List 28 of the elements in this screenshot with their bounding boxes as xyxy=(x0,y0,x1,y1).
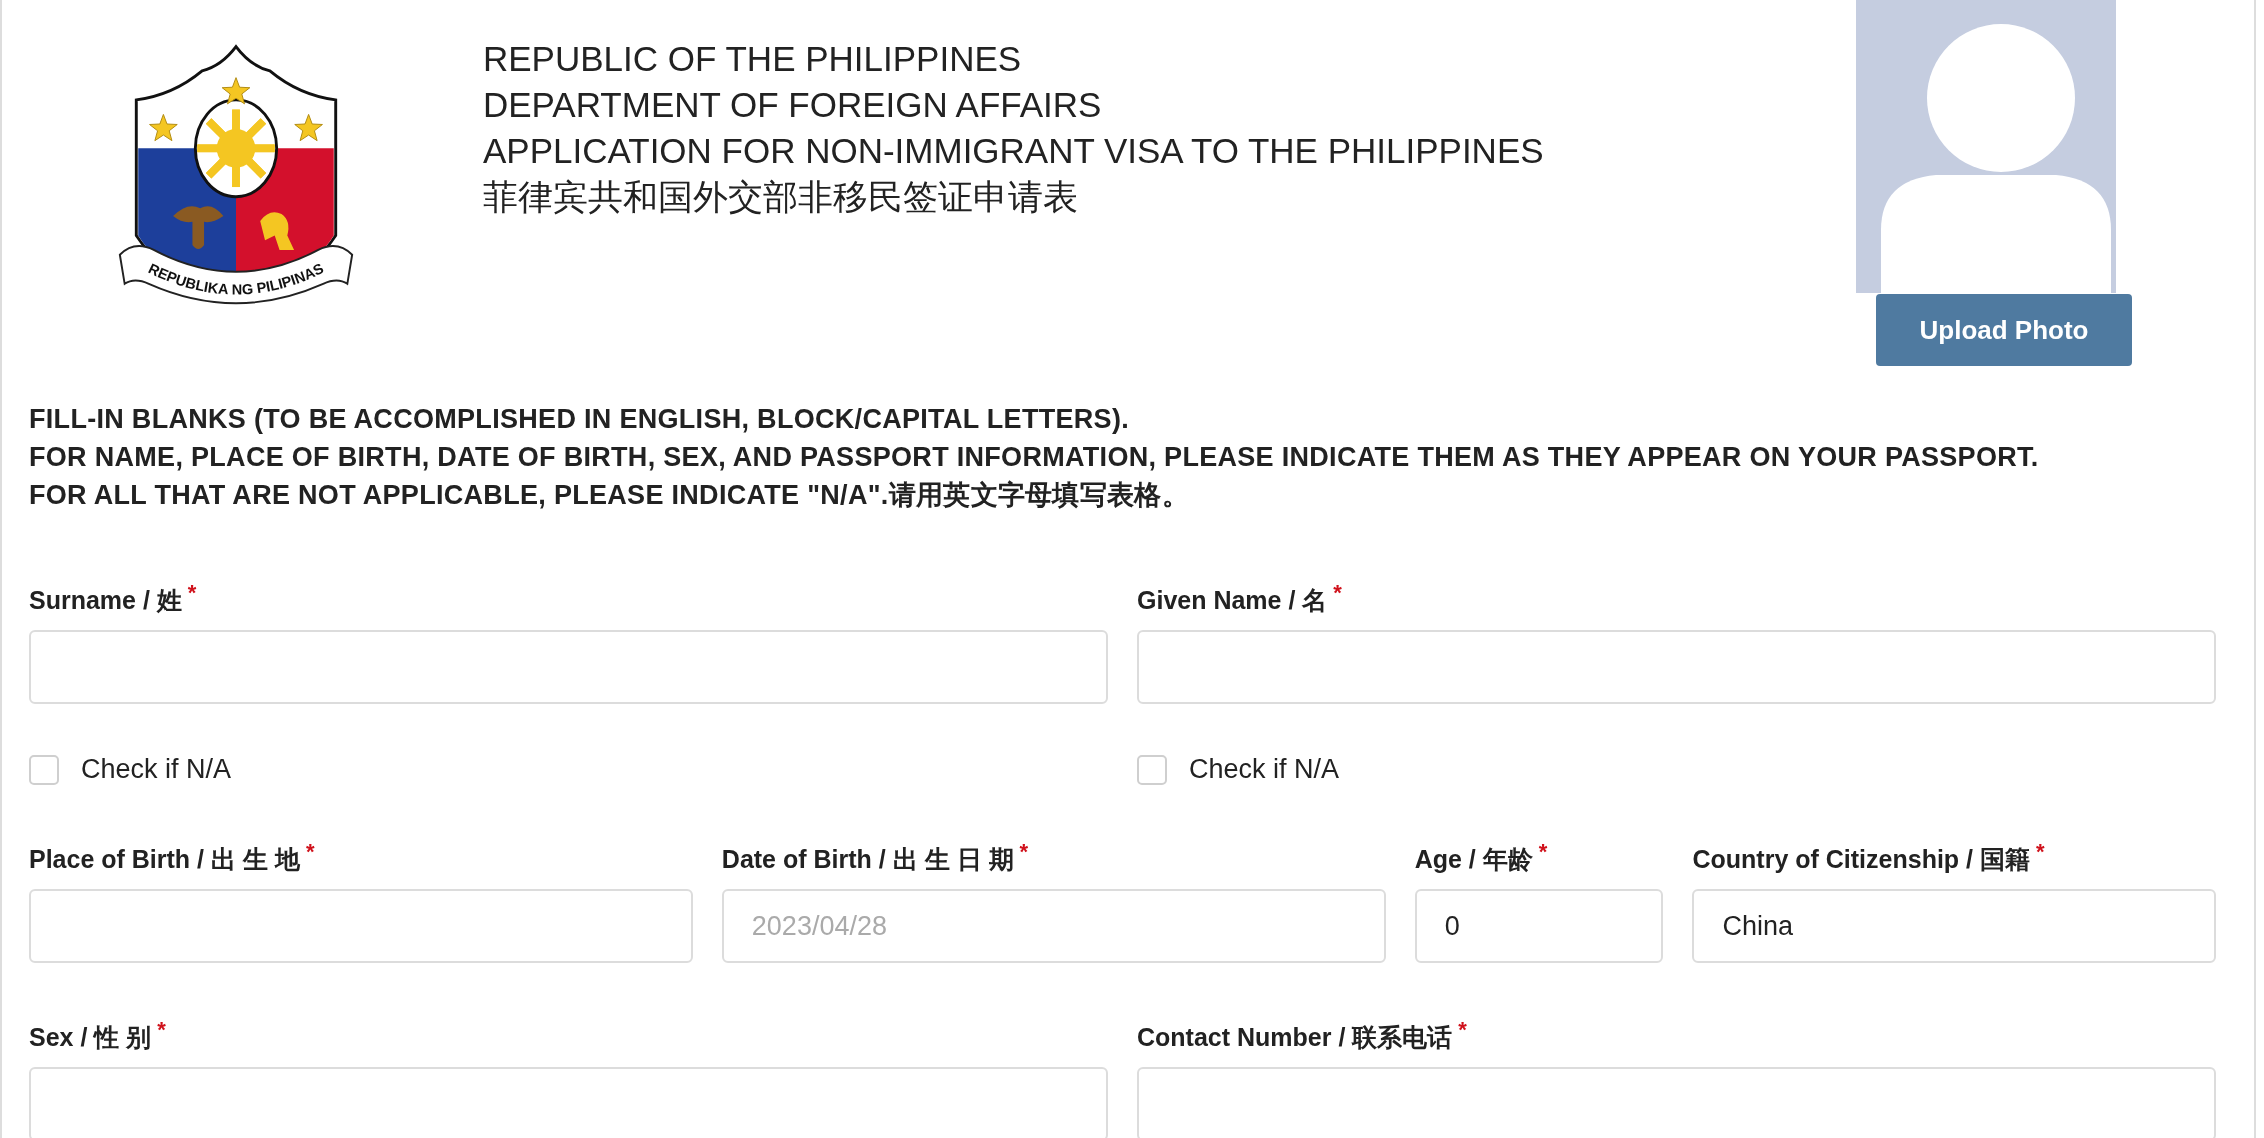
input-field[interactable] xyxy=(29,889,693,963)
form-title: 菲律宾共和国外交部非移民签证申请表 xyxy=(483,176,1079,218)
upload-photo-button[interactable]: Upload Photo xyxy=(1876,294,2132,366)
form-title: REPUBLIC OF THE PHILIPPINES xyxy=(483,38,1023,80)
input-field[interactable] xyxy=(29,630,1108,704)
input-field[interactable] xyxy=(1137,630,2216,704)
form-title: DEPARTMENT OF FOREIGN AFFAIRS xyxy=(483,84,1103,126)
field-label: Age / 年龄 $^{*}$ xyxy=(1414,839,1549,875)
checkbox-label: Check if N/A xyxy=(81,754,232,785)
input-field[interactable] xyxy=(29,1067,1108,1138)
input-field[interactable] xyxy=(1137,1067,2216,1138)
input-field[interactable]: 0 xyxy=(1414,889,1664,963)
field-label: Sex / 性 别 $^{*}$ xyxy=(29,1017,167,1053)
field-label: Surname / 姓 $^{*}$ xyxy=(29,580,198,616)
checkbox-label: Check if N/A xyxy=(1189,754,1340,785)
form-title: APPLICATION FOR NON-IMMIGRANT VISA TO THE PHILIPPINES xyxy=(483,130,1545,172)
field-label: Country of Citizenship / 国籍 $^{*}$ xyxy=(1692,839,2046,875)
field-label: Given Name / 名 $^{*}$ xyxy=(1137,580,1343,616)
field-label: Place of Birth / 出 生 地 $^{*}$ xyxy=(29,839,316,875)
instruction-text: FOR NAME, PLACE OF BIRTH, DATE OF BIRTH, SEX, AND PASSPORT INFORMATION, PLEASE INDICATE THEM AS THEY APPEAR ON YOUR PASSPORT. xyxy=(29,441,2040,474)
instruction-text: FILL-IN BLANKS (TO BE ACCOMPLISHED IN ENGLISH, BLOCK/CAPITAL LETTERS). xyxy=(29,403,1130,436)
checkbox[interactable] xyxy=(1137,754,1167,785)
field-label: Contact Number / 联系电话 $^{*}$ xyxy=(1137,1017,1468,1053)
input-field[interactable]: China xyxy=(1692,889,2216,963)
checkbox[interactable] xyxy=(29,754,59,785)
input-field[interactable]: 2023/04/28 xyxy=(721,889,1386,963)
instruction-text: FOR ALL THAT ARE NOT APPLICABLE, PLEASE INDICATE "N/A".请用英文字母填写表格。 xyxy=(29,479,1190,512)
field-label: Date of Birth / 出 生 日 期 $^{*}$ xyxy=(721,839,1030,875)
